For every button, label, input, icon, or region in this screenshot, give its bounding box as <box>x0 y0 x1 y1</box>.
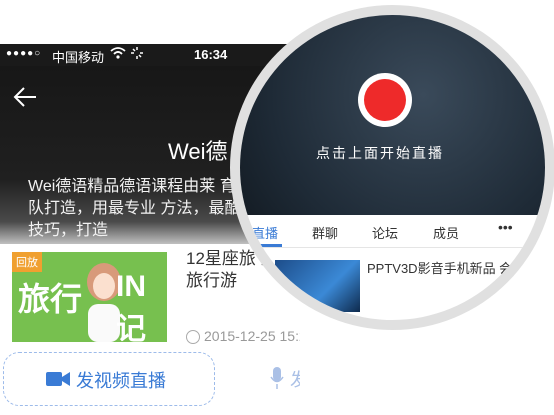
record-button[interactable] <box>358 73 412 127</box>
start-video-live-button[interactable]: 发视频直播 <box>3 352 215 406</box>
video-title-zoom[interactable]: PPTV3D影音手机新品 会 <box>367 260 542 278</box>
thumbnail-caption-2: IN记 <box>116 270 146 342</box>
tab-forum[interactable]: 论坛 <box>372 223 398 242</box>
start-audio-live-button[interactable]: 发音频直播 <box>260 352 300 406</box>
list-item[interactable]: 回放 旅行 IN记 12星座旅 星座旅行游 2015-12-25 15:20 <box>0 244 300 354</box>
back-arrow-icon[interactable] <box>10 82 40 112</box>
thumbnail-caption-1: 旅行 <box>18 281 83 317</box>
signal-strength-icon: ●●●●○ <box>6 48 42 59</box>
replay-badge: 回放 <box>12 252 42 272</box>
course-title: Wei德 <box>168 139 228 164</box>
zoom-callout: 点击上面开始直播 直播 群聊 论坛 成员 ••• PPTV3D影音手机新品 会 <box>240 15 545 320</box>
tab-live[interactable]: 直播 <box>252 223 278 242</box>
clock-time: 16:34 <box>194 47 228 62</box>
carrier-label: 中国移动 <box>52 50 105 65</box>
camera-preview: 点击上面开始直播 <box>240 15 545 215</box>
record-hint: 点击上面开始直播 <box>316 146 444 162</box>
microphone-icon <box>270 367 284 394</box>
tab-group-chat[interactable]: 群聊 <box>312 223 338 242</box>
tab-members[interactable]: 成员 <box>433 223 459 242</box>
item-date-text: 2015-12-25 15:20 <box>204 328 300 344</box>
video-camera-icon <box>46 371 70 392</box>
audio-live-label: 发音频直播 <box>290 370 300 390</box>
video-live-label: 发视频直播 <box>76 371 166 391</box>
loading-icon <box>130 46 144 63</box>
wifi-icon <box>110 46 126 63</box>
tab-bar: 直播 群聊 论坛 成员 ••• <box>240 215 545 248</box>
tab-indicator <box>248 244 282 247</box>
record-dot-icon <box>364 79 406 121</box>
more-icon[interactable]: ••• <box>498 219 513 235</box>
item-date: 2015-12-25 15:20 <box>186 328 300 345</box>
video-thumbnail: 回放 旅行 IN记 <box>12 252 167 342</box>
video-thumbnail-zoom[interactable] <box>275 260 360 312</box>
clock-icon <box>186 330 200 345</box>
